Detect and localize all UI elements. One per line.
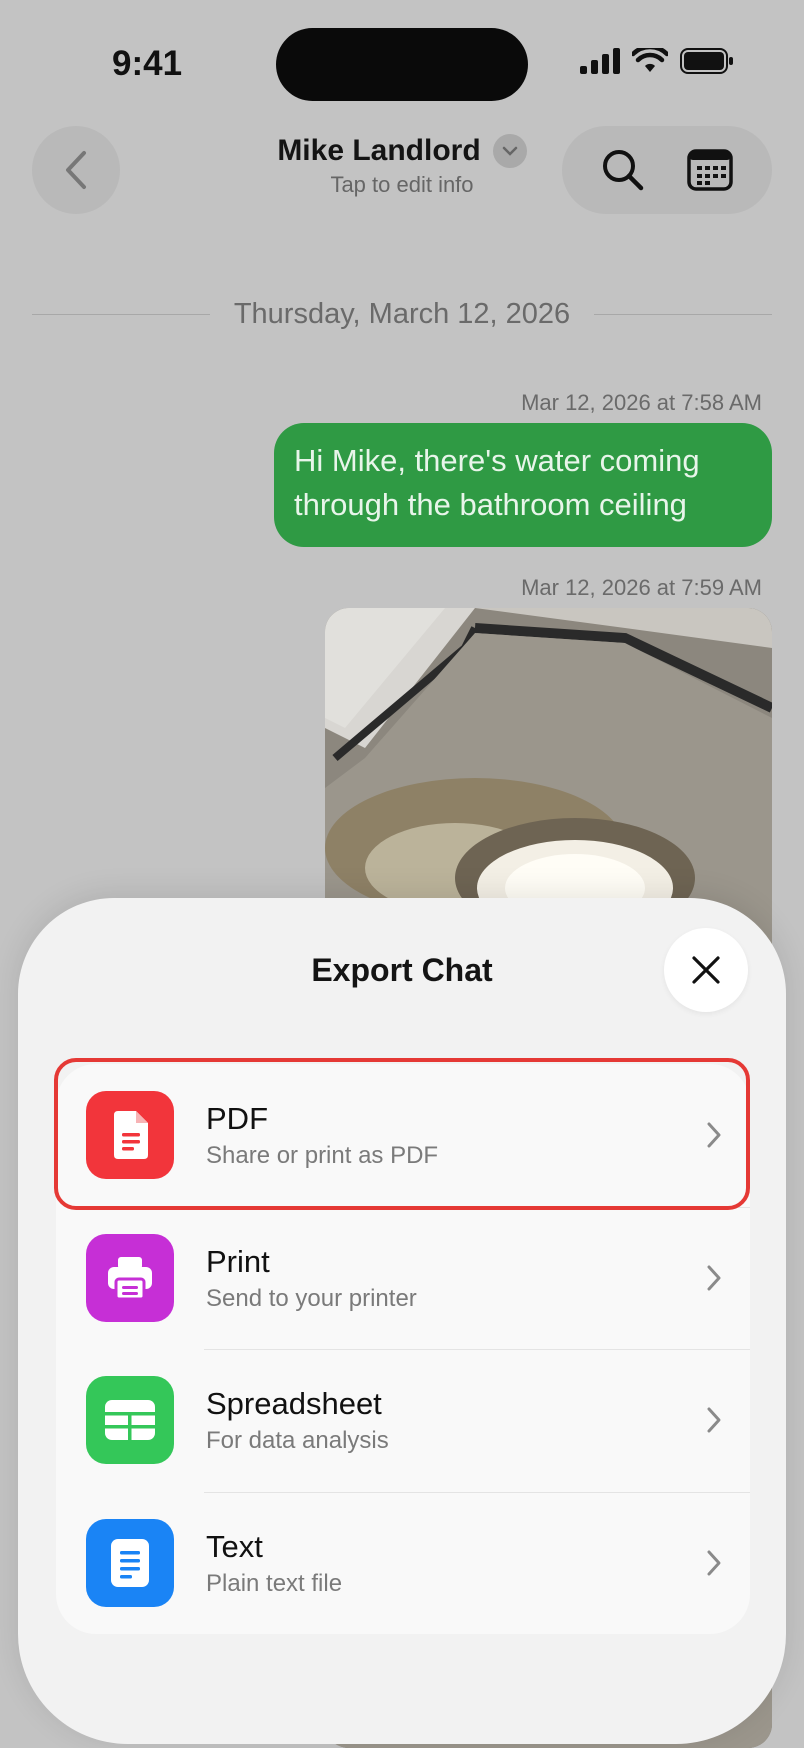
option-text: PDF Share or print as PDF xyxy=(206,1100,750,1170)
option-text: Print Send to your printer xyxy=(206,1243,750,1313)
export-options-list: PDF Share or print as PDF Print Send to … xyxy=(56,1064,750,1634)
chevron-right-icon xyxy=(707,1122,721,1148)
option-text: Text Plain text file xyxy=(206,1528,750,1598)
option-subtitle: Send to your printer xyxy=(206,1284,417,1312)
message-timestamp: Mar 12, 2026 at 7:59 AM xyxy=(521,575,762,600)
battery-icon xyxy=(680,48,733,74)
chevron-right-icon xyxy=(707,1407,721,1433)
chevron-right-icon xyxy=(707,1265,721,1291)
option-subtitle: For data analysis xyxy=(206,1427,389,1455)
signal-icon xyxy=(580,48,620,74)
contact-name-row[interactable]: Mike Landlord xyxy=(277,134,527,168)
export-option-pdf[interactable]: PDF Share or print as PDF xyxy=(56,1064,750,1207)
status-bar: 9:41 xyxy=(0,0,804,130)
chevron-right-icon xyxy=(707,1550,721,1576)
status-time: 9:41 xyxy=(112,44,183,83)
option-text: Spreadsheet For data analysis xyxy=(206,1385,750,1455)
close-icon xyxy=(692,956,720,984)
dynamic-island xyxy=(276,28,528,101)
message-bubble[interactable]: Hi Mike, there's water coming through th… xyxy=(274,423,772,547)
table-icon xyxy=(86,1376,174,1465)
export-option-print[interactable]: Print Send to your printer xyxy=(56,1206,750,1350)
text-file-icon xyxy=(86,1518,174,1607)
status-icons xyxy=(580,48,734,74)
chevron-down-icon[interactable] xyxy=(492,134,527,168)
option-title: Text xyxy=(206,1528,263,1564)
date-label: Thursday, March 12, 2026 xyxy=(233,298,571,330)
calendar-icon[interactable] xyxy=(687,149,733,191)
divider-line xyxy=(594,314,772,315)
option-subtitle: Plain text file xyxy=(206,1569,343,1597)
option-title: PDF xyxy=(206,1101,268,1137)
export-option-text[interactable]: Text Plain text file xyxy=(56,1491,750,1635)
date-divider: Thursday, March 12, 2026 xyxy=(32,298,772,331)
contact-name: Mike Landlord xyxy=(277,134,481,167)
export-option-spreadsheet[interactable]: Spreadsheet For data analysis xyxy=(56,1349,750,1492)
wifi-icon xyxy=(632,48,668,72)
search-icon[interactable] xyxy=(601,148,645,192)
option-title: Print xyxy=(206,1243,270,1279)
option-title: Spreadsheet xyxy=(206,1386,382,1422)
document-icon xyxy=(86,1091,174,1180)
option-subtitle: Share or print as PDF xyxy=(206,1142,439,1170)
header-actions xyxy=(562,126,772,214)
export-sheet: Export Chat PDF Share or print as PDF Pr… xyxy=(18,898,786,1744)
printer-icon xyxy=(86,1233,174,1322)
divider-line xyxy=(32,314,210,315)
message-timestamp: Mar 12, 2026 at 7:58 AM xyxy=(521,390,762,415)
close-button[interactable] xyxy=(664,928,748,1012)
